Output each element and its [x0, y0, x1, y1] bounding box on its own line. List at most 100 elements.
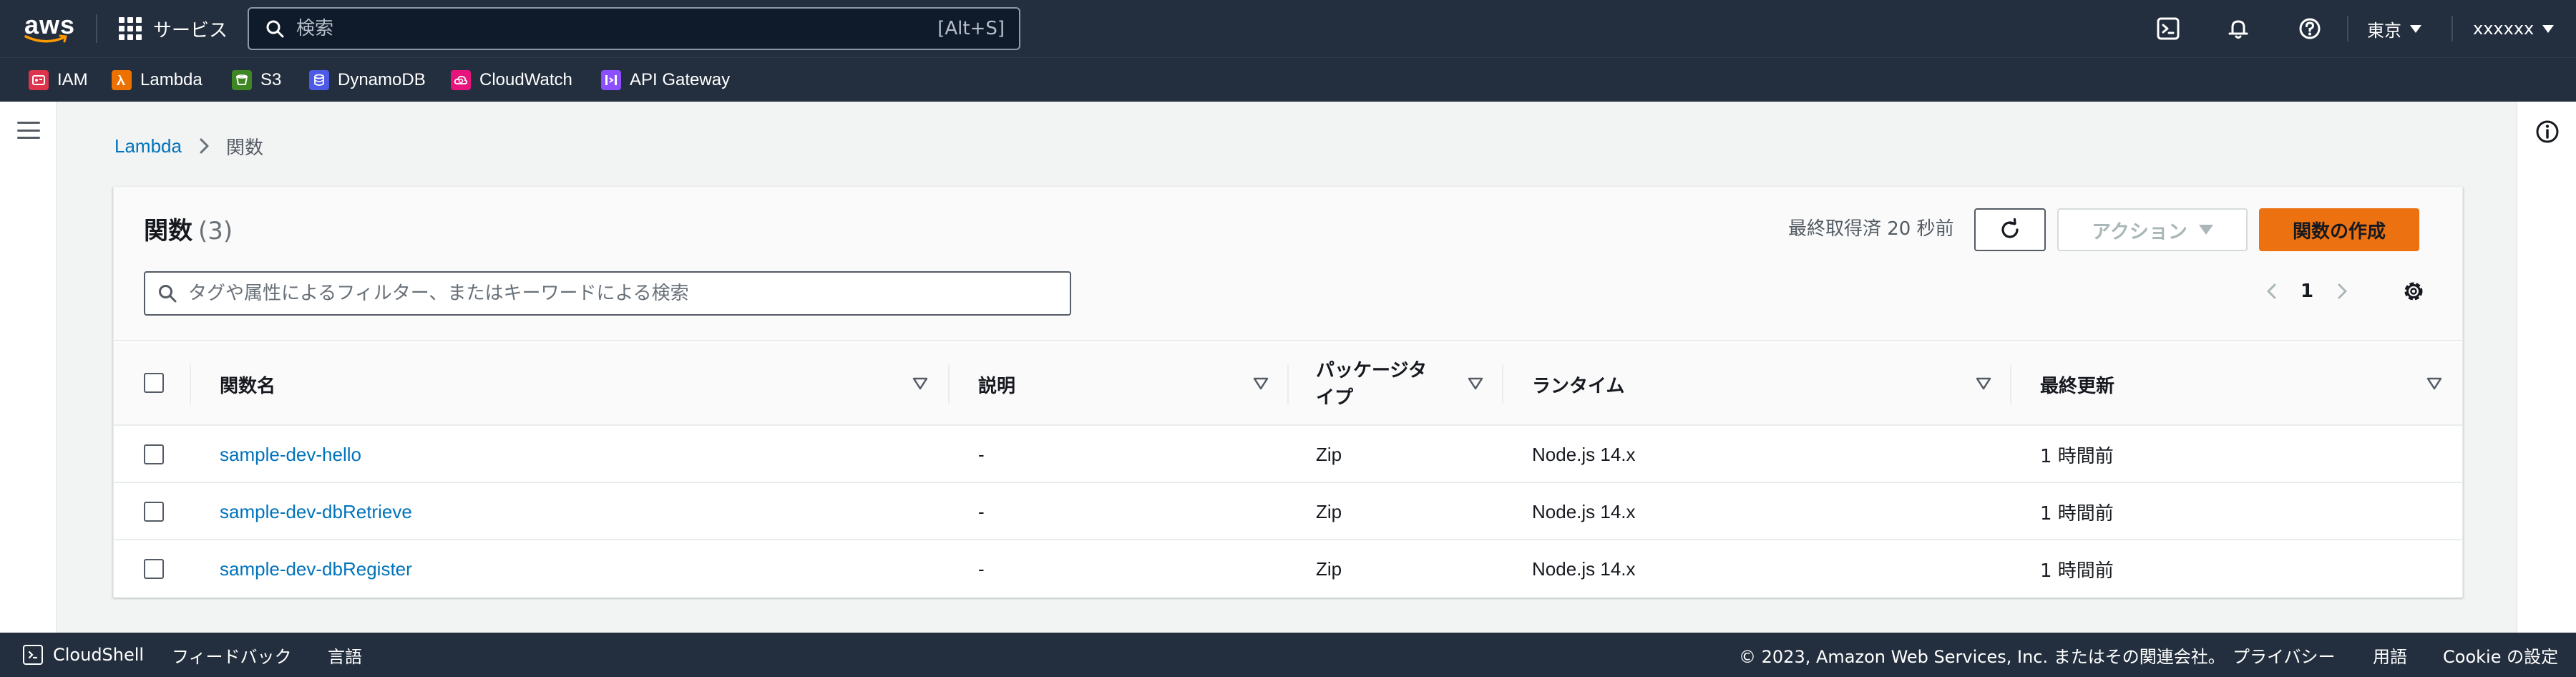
cloudshell-label: CloudShell	[53, 645, 145, 665]
help-icon	[2299, 18, 2321, 39]
language-link[interactable]: 言語	[328, 643, 362, 667]
menu-icon[interactable]	[17, 119, 40, 142]
row-checkbox[interactable]	[144, 444, 164, 464]
column-header-description[interactable]: 説明	[978, 343, 1015, 426]
function-last-modified: 1 時間前	[2040, 445, 2114, 467]
help-button[interactable]	[2296, 14, 2324, 43]
row-checkbox[interactable]	[144, 559, 164, 579]
search-shortcut-hint: [Alt+S]	[937, 18, 1005, 39]
sort-icon[interactable]	[1252, 374, 1270, 393]
services-menu-button[interactable]: サービス	[119, 16, 228, 42]
footer: CloudShell フィードバック 言語 © 2023, Amazon Web…	[0, 633, 2576, 677]
column-header-function-name[interactable]: 関数名	[220, 343, 275, 426]
sort-icon[interactable]	[2425, 374, 2444, 393]
aws-smile-icon	[24, 34, 67, 43]
table-row[interactable]: sample-dev-dbRetrieve - Zip Node.js 14.x…	[114, 483, 2462, 540]
breadcrumb: Lambda 関数	[114, 133, 263, 159]
services-label: サービス	[153, 19, 228, 42]
functions-table-container: 関数 (3) 最終取得済 20 秒前 アクション 関数の作成 タグや属性によるフ…	[113, 186, 2463, 598]
function-package-type: Zip	[1316, 557, 1342, 580]
last-fetched-text: 最終取得済 20 秒前	[1788, 218, 1954, 240]
sort-icon[interactable]	[1974, 374, 1993, 393]
global-search-input[interactable]	[296, 18, 938, 39]
favorite-label: IAM	[57, 70, 88, 89]
search-icon	[266, 20, 284, 38]
notifications-button[interactable]	[2224, 14, 2253, 43]
function-runtime: Node.js 14.x	[1532, 500, 1636, 522]
function-package-type: Zip	[1316, 443, 1342, 465]
function-name-link[interactable]: sample-dev-dbRetrieve	[220, 483, 412, 540]
info-icon[interactable]	[2533, 117, 2562, 146]
favorite-s3[interactable]: S3	[232, 69, 281, 92]
favorite-label: S3	[260, 70, 282, 89]
pagination: 1	[2258, 276, 2356, 307]
select-all-checkbox[interactable]	[144, 373, 164, 393]
cookie-settings-link[interactable]: Cookie の設定	[2443, 643, 2558, 667]
cloudshell-footer-button[interactable]: CloudShell	[23, 643, 144, 667]
refresh-button[interactable]	[1974, 208, 2046, 251]
region-selector[interactable]: 東京	[2367, 14, 2421, 43]
s3-icon	[232, 70, 252, 90]
row-checkbox[interactable]	[144, 502, 164, 522]
breadcrumb-lambda-link[interactable]: Lambda	[114, 135, 182, 157]
iam-icon	[29, 70, 49, 90]
feedback-link[interactable]: フィードバック	[172, 643, 292, 667]
function-name-link[interactable]: sample-dev-hello	[220, 426, 361, 483]
search-icon	[159, 285, 177, 303]
column-header-last-modified[interactable]: 最終更新	[2040, 343, 2114, 426]
privacy-link[interactable]: プライバシー	[2233, 643, 2336, 667]
favorite-label: DynamoDB	[338, 70, 426, 89]
gear-icon[interactable]	[2399, 277, 2428, 306]
create-function-label: 関数の作成	[2292, 220, 2386, 243]
functions-count: (3)	[198, 217, 233, 245]
table-header: 関数名 説明 パッケージタ イプ ランタイム 最終更新	[114, 343, 2462, 426]
api-gateway-icon	[601, 70, 621, 90]
create-function-button[interactable]: 関数の作成	[2259, 208, 2419, 251]
table-row[interactable]: sample-dev-hello - Zip Node.js 14.x 1 時間…	[114, 426, 2462, 483]
favorite-label: CloudWatch	[479, 70, 572, 89]
function-description: -	[978, 500, 985, 522]
sort-icon[interactable]	[911, 374, 930, 393]
region-label: 東京	[2367, 20, 2401, 41]
filter-input[interactable]	[188, 283, 1070, 304]
sort-icon[interactable]	[1466, 374, 1485, 393]
favorite-api-gateway[interactable]: API Gateway	[601, 69, 730, 92]
column-header-runtime[interactable]: ランタイム	[1532, 343, 1624, 426]
favorite-dynamodb[interactable]: DynamoDB	[309, 69, 426, 92]
chevron-right-icon	[200, 138, 209, 154]
cloudwatch-icon	[451, 70, 471, 90]
column-header-package-type[interactable]: パッケージタ イプ	[1316, 343, 1427, 426]
account-menu[interactable]: xxxxxx	[2473, 14, 2555, 43]
previous-page-button[interactable]	[2258, 277, 2286, 306]
info-panel-rail	[2516, 102, 2576, 633]
filter-box[interactable]	[144, 271, 1071, 316]
terminal-icon	[2157, 17, 2180, 40]
table-row[interactable]: sample-dev-dbRegister - Zip Node.js 14.x…	[114, 540, 2462, 598]
bell-icon	[2228, 20, 2248, 39]
nav-divider	[96, 14, 97, 43]
chevron-right-icon	[2338, 283, 2347, 299]
column-divider	[948, 364, 950, 404]
functions-header: 関数 (3) 最終取得済 20 秒前 アクション 関数の作成 タグや属性によるフ…	[114, 187, 2462, 341]
cloudshell-nav-button[interactable]	[2154, 14, 2182, 43]
account-label: xxxxxx	[2473, 19, 2534, 39]
favorite-lambda[interactable]: Lambda	[112, 69, 203, 92]
global-search[interactable]: [Alt+S]	[248, 7, 1020, 50]
terms-link[interactable]: 用語	[2373, 643, 2407, 667]
favorite-cloudwatch[interactable]: CloudWatch	[451, 69, 572, 92]
function-description: -	[978, 557, 985, 580]
page-title-text: 関数	[144, 217, 192, 245]
page-title: 関数 (3)	[144, 211, 233, 246]
column-divider	[1287, 364, 1289, 404]
function-name-link[interactable]: sample-dev-dbRegister	[220, 540, 412, 598]
next-page-button[interactable]	[2328, 277, 2356, 306]
actions-dropdown-button[interactable]: アクション	[2057, 208, 2248, 251]
favorites-bar: IAM Lambda S3 DynamoDB CloudWatch API Ga…	[0, 57, 2576, 102]
nav-divider	[2347, 16, 2348, 42]
page-number[interactable]: 1	[2301, 281, 2313, 302]
favorite-iam[interactable]: IAM	[29, 69, 88, 92]
aws-logo[interactable]: aws	[24, 10, 74, 46]
chevron-left-icon	[2267, 283, 2276, 299]
breadcrumb-current: 関数	[225, 137, 263, 159]
caret-down-icon	[2410, 24, 2421, 33]
